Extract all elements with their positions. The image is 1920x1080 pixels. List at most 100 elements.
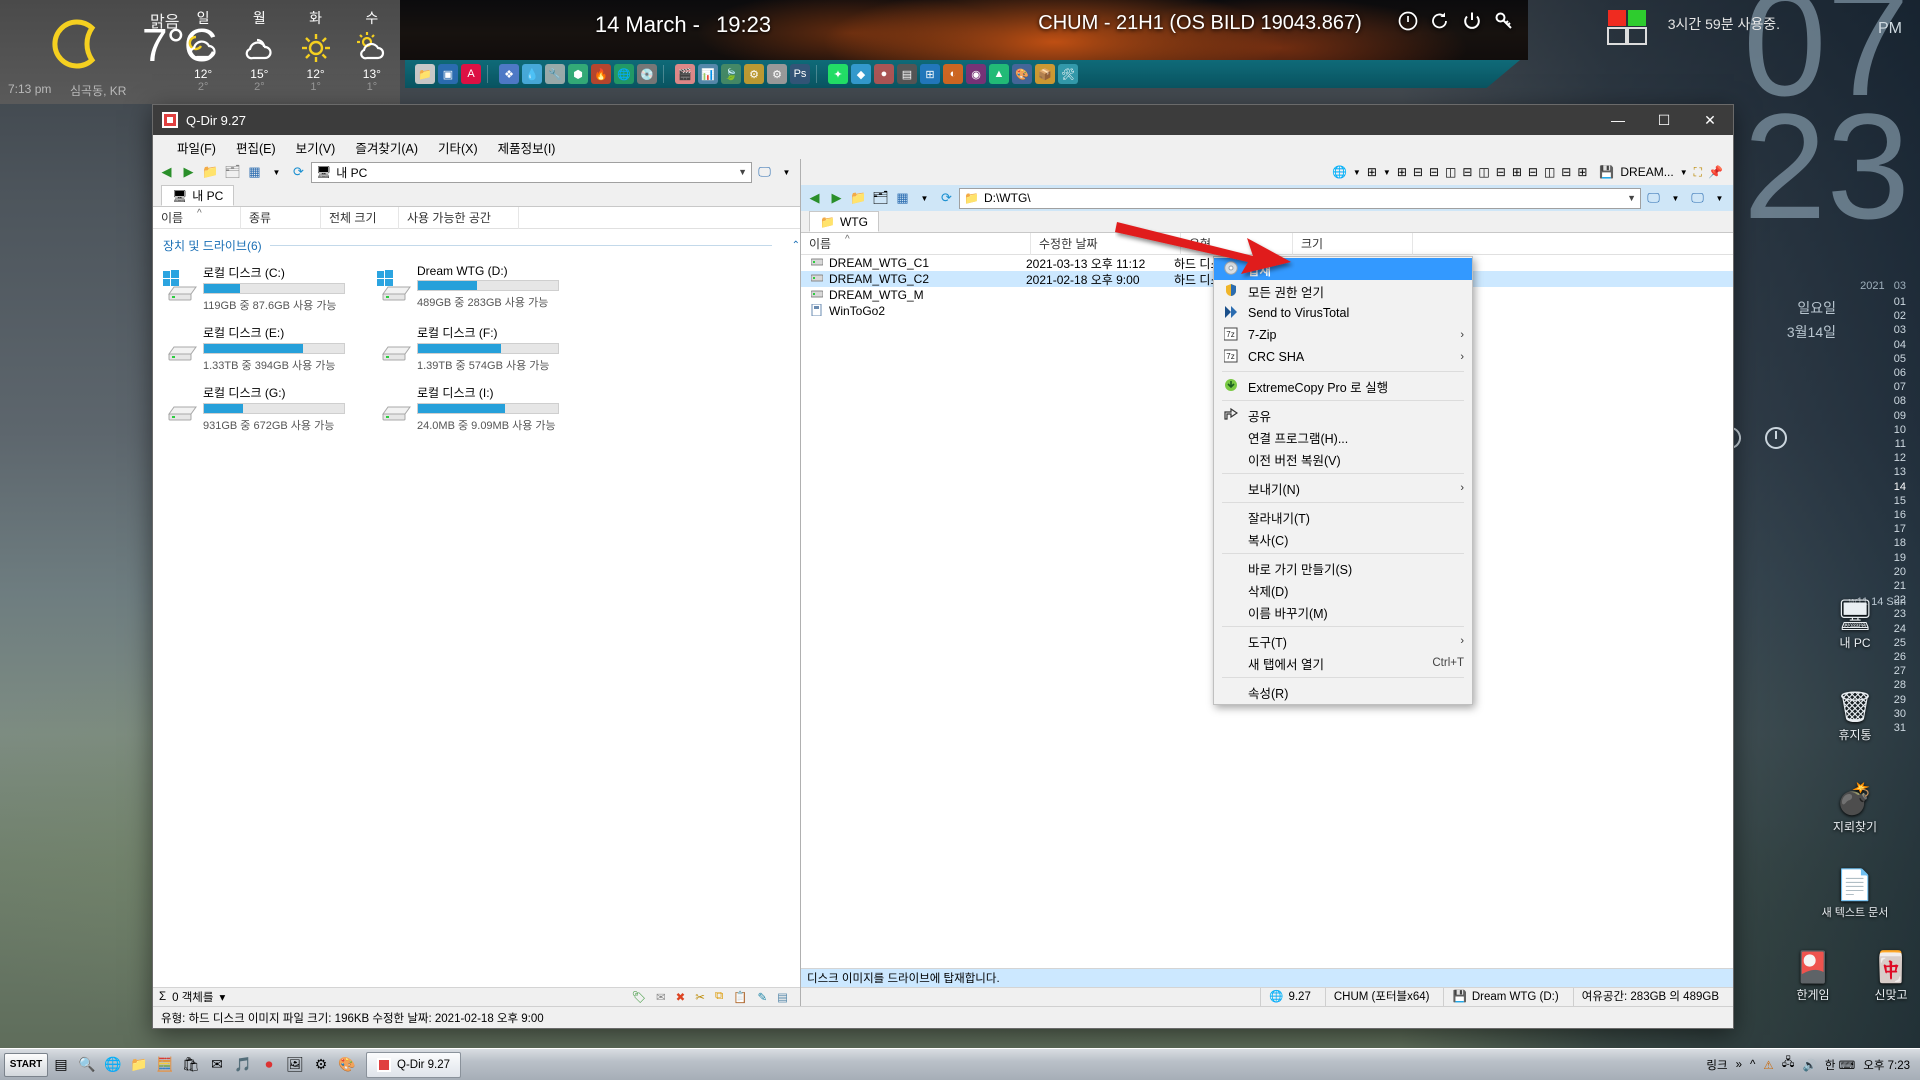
desktop-icon-my-pc[interactable]: 🖥 내 PC — [1816, 598, 1894, 650]
pin-icon[interactable]: 📌 — [1708, 165, 1723, 179]
view-mode-icon[interactable]: ▦ — [893, 189, 912, 208]
layout-9-icon[interactable]: ⊟ — [1528, 165, 1538, 179]
calendar-day[interactable]: 08 — [1846, 394, 1906, 408]
taskbar[interactable]: START ▤ 🔍 🌐 📁 🧮 🛍 ✉ 🎵 ⏺ 🖼 ⚙ 🎨 Q-Dir 9.27… — [0, 1048, 1920, 1080]
dock-icon-water[interactable]: 💧 — [522, 64, 542, 84]
record-icon[interactable]: ⏺ — [256, 1052, 282, 1078]
right-top-toolbar[interactable]: 🌐 ▼ ⊞ ▼ ⊞ ⊟ ⊟ ◫ ⊟ ◫ ⊟ ⊞ ⊟ ◫ ⊟ ⊞ 💾 DREAM.… — [801, 159, 1733, 185]
calendar-day[interactable]: 26 — [1846, 650, 1906, 664]
media-icon[interactable]: 🎵 — [230, 1052, 256, 1078]
chevron-down-icon[interactable]: ▼ — [1627, 193, 1636, 203]
context-menu-item[interactable]: 공유 — [1214, 404, 1472, 426]
left-layout-icon[interactable]: 🖵 — [755, 163, 774, 182]
right-extra-icon[interactable]: 🖵 — [1688, 189, 1707, 208]
right-layout-icon[interactable]: 🖵 — [1644, 189, 1663, 208]
context-menu-item[interactable]: 새 탭에서 열기 Ctrl+T — [1214, 652, 1472, 674]
close-button[interactable]: ✕ — [1687, 105, 1733, 135]
edit-icon[interactable]: ✎ — [757, 990, 767, 1004]
dock-icon-teal[interactable]: ▲ — [989, 64, 1009, 84]
calendar-day[interactable]: 17 — [1846, 522, 1906, 536]
dock-icon-orange[interactable]: ◐ — [943, 64, 963, 84]
tray-volume-icon[interactable]: 🔊 — [1803, 1058, 1817, 1072]
calendar-day[interactable]: 09 — [1846, 409, 1906, 423]
column-header-2[interactable]: 전체 크기 — [321, 206, 399, 229]
dream-dropdown-icon[interactable]: ▼ — [1680, 168, 1688, 177]
context-menu-item[interactable]: 이름 바꾸기(M) — [1214, 601, 1472, 623]
left-column-headers[interactable]: 이름 ^ 종류 전체 크기 사용 가능한 공간 — [153, 206, 800, 229]
dock-icon-leaf[interactable]: 🍃 — [721, 64, 741, 84]
dock-icon-paint[interactable]: 🎨 — [1012, 64, 1032, 84]
calendar-day[interactable]: 07 — [1846, 380, 1906, 394]
qdir-window[interactable]: Q-Dir 9.27 — ☐ ✕ 파일(F) 편집(E) 보기(V) 즐겨찾기(A) 기… — [152, 104, 1734, 1029]
column-header-3[interactable]: 사용 가능한 공간 — [399, 206, 519, 229]
key-icon[interactable] — [1494, 11, 1514, 31]
calendar-day[interactable]: 20 — [1846, 565, 1906, 579]
drives-group-header[interactable]: 장치 및 드라이브(6) ⌃ — [163, 237, 800, 254]
dock-icon-media[interactable]: 🎬 — [675, 64, 695, 84]
desktop-icon-recycle-bin[interactable]: 🗑 휴지통 — [1816, 690, 1894, 742]
up-folder-icon[interactable]: 📁 — [849, 189, 868, 208]
context-menu-item[interactable]: 복사(C) — [1214, 528, 1472, 550]
drive-tile[interactable]: Dream WTG (D:) 489GB 중 283GB 사용 가능 — [377, 264, 587, 312]
layout-2-icon[interactable]: ⊟ — [1413, 165, 1423, 179]
calendar-day[interactable]: 16 — [1846, 508, 1906, 522]
globe-icon[interactable]: 🌐 — [1332, 165, 1347, 179]
calendar-day[interactable]: 14 — [1846, 480, 1906, 494]
column-header-1[interactable]: 종류 — [241, 206, 321, 229]
paste-icon[interactable]: 📋 — [733, 990, 747, 1004]
standby-icon[interactable] — [1462, 11, 1482, 31]
chevron-up-icon[interactable]: ⌃ — [792, 240, 800, 251]
dock-icon-purple[interactable]: ◉ — [966, 64, 986, 84]
layout-dropdown-icon[interactable]: ▼ — [1383, 168, 1391, 177]
dock-icon-chart[interactable]: 📊 — [698, 64, 718, 84]
power-off-icon[interactable] — [1398, 11, 1418, 31]
new-folder-icon[interactable]: 🗂 — [871, 189, 890, 208]
tray-links-label[interactable]: 링크 — [1706, 1057, 1727, 1073]
layout-4-icon[interactable]: ◫ — [1445, 165, 1456, 179]
menu-bar[interactable]: 파일(F) 편집(E) 보기(V) 즐겨찾기(A) 기타(X) 제품정보(I) — [153, 135, 1733, 159]
calendar-day[interactable]: 21 — [1846, 579, 1906, 593]
drive-tile[interactable]: 로컬 디스크 (C:) 119GB 중 87.6GB 사용 가능 — [163, 264, 373, 312]
desktop-icon-text-file[interactable]: 📄 새 텍스트 문서 — [1816, 868, 1894, 920]
column-header-2[interactable]: 유형 — [1181, 232, 1293, 255]
context-menu-item[interactable]: 탑재 — [1214, 258, 1472, 280]
dock-icon-red[interactable]: ● — [874, 64, 894, 84]
right-address-bar[interactable]: 📁 D:\WTG\ ▼ — [959, 187, 1641, 209]
calendar-day[interactable]: 13 — [1846, 465, 1906, 479]
layout-11-icon[interactable]: ⊟ — [1561, 165, 1571, 179]
explorer-icon[interactable]: 📁 — [126, 1052, 152, 1078]
dock-icon-ps[interactable]: Ps — [790, 64, 810, 84]
context-menu-item[interactable]: Send to VirusTotal — [1214, 302, 1472, 324]
dock-icon-flame[interactable]: 🔥 — [591, 64, 611, 84]
tray-chevron-icon[interactable]: » — [1736, 1059, 1742, 1071]
drive-tiles[interactable]: 로컬 디스크 (C:) 119GB 중 87.6GB 사용 가능 Dream WTG… — [153, 256, 800, 440]
dock-icon-tool[interactable]: 🔧 — [545, 64, 565, 84]
dock-icon-disc[interactable]: 💿 — [637, 64, 657, 84]
taskbar-task-qdir[interactable]: Q-Dir 9.27 — [366, 1051, 462, 1078]
desktop-icon-minesweeper[interactable]: 💣 지뢰찾기 — [1816, 782, 1894, 834]
chevron-down-icon[interactable]: ▼ — [738, 167, 747, 177]
dock-icon-green[interactable]: ✦ — [828, 64, 848, 84]
calendar-day[interactable]: 15 — [1846, 494, 1906, 508]
calculator-icon[interactable]: 🧮 — [152, 1052, 178, 1078]
right-column-headers[interactable]: 이름 ^ 수정한 날짜 유형 크기 — [801, 232, 1733, 255]
context-menu-item[interactable]: 삭제(D) — [1214, 579, 1472, 601]
properties-icon[interactable]: ▤ — [777, 990, 788, 1004]
layout-3-icon[interactable]: ⊟ — [1429, 165, 1439, 179]
task-view-icon[interactable]: ▤ — [48, 1052, 74, 1078]
back-icon[interactable]: ◀ — [805, 189, 824, 208]
forward-icon[interactable]: ▶ — [827, 189, 846, 208]
context-menu-item[interactable]: 7z 7-Zip › — [1214, 324, 1472, 346]
calendar-day[interactable]: 06 — [1846, 366, 1906, 380]
left-status-dropdown-icon[interactable]: ▾ — [219, 990, 225, 1004]
calendar-day[interactable]: 10 — [1846, 423, 1906, 437]
fullscreen-icon[interactable]: ⛶ — [1694, 165, 1702, 180]
context-menu-item[interactable]: 잘라내기(T) — [1214, 506, 1472, 528]
desktop-icon-hangame[interactable]: 🎴 한게임 — [1774, 950, 1852, 1002]
window-titlebar[interactable]: Q-Dir 9.27 — ☐ ✕ — [153, 105, 1733, 135]
system-tray[interactable]: 링크 » ^ ⚠ 🖧 🔊 한 ⌨ 오후 7:23 — [1706, 1055, 1920, 1074]
banner-power-icons[interactable] — [1398, 11, 1514, 31]
delete-icon[interactable]: ✖ — [676, 990, 686, 1004]
browser-icon[interactable]: 🌐 — [100, 1052, 126, 1078]
layout-5-icon[interactable]: ⊟ — [1462, 165, 1472, 179]
